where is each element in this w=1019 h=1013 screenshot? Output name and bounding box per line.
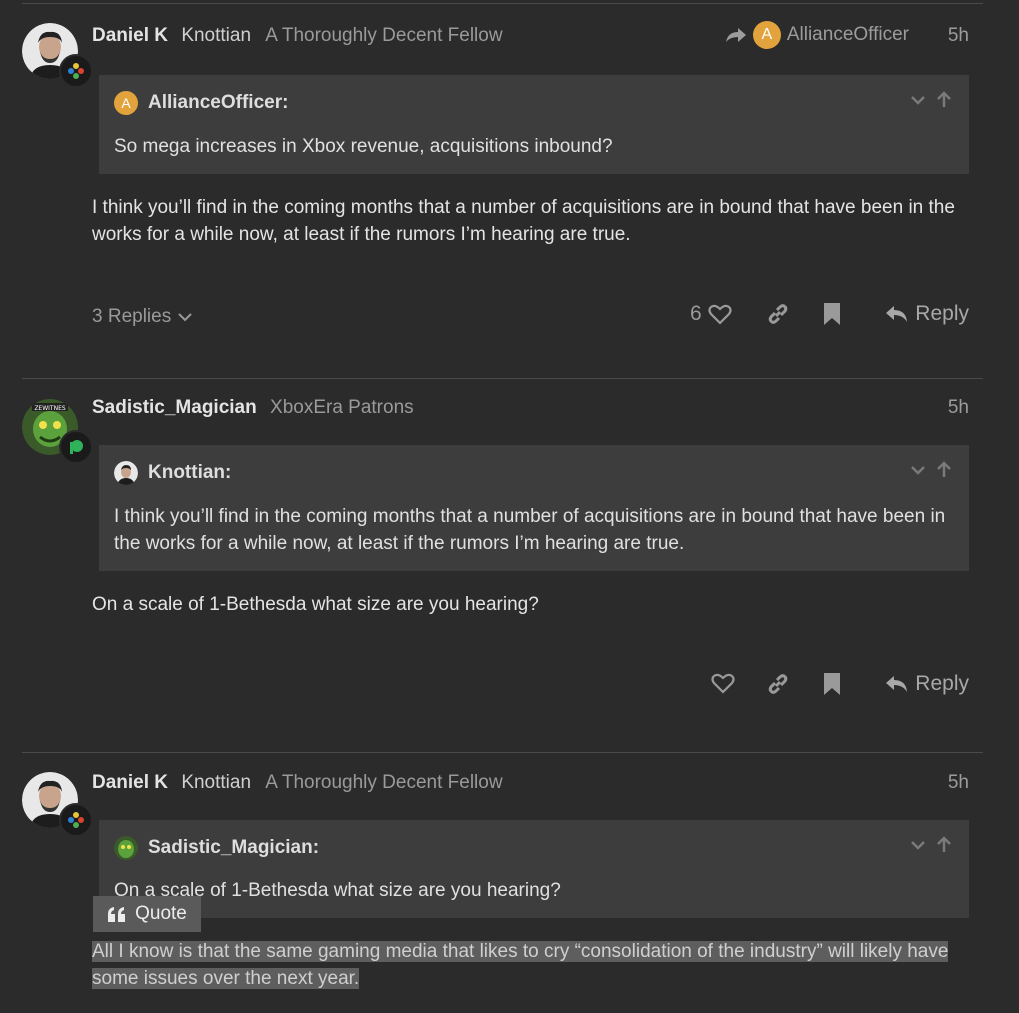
quote-author: Knottian: bbox=[148, 462, 232, 483]
post-divider bbox=[22, 378, 983, 379]
post-actions: 3 Replies 6 Reply bbox=[0, 298, 1019, 338]
author-fullname[interactable]: Daniel K bbox=[92, 772, 168, 793]
copy-link-button[interactable] bbox=[766, 672, 790, 696]
quote-author-avatar-icon bbox=[114, 461, 138, 485]
bookmark-icon bbox=[824, 673, 840, 695]
avatar[interactable] bbox=[22, 23, 93, 88]
patron-flair-icon bbox=[59, 430, 93, 464]
selected-text-line[interactable]: All I know is that the same gaming media… bbox=[92, 941, 949, 962]
quote-marks-icon bbox=[108, 907, 126, 922]
quote-author: Sadistic_Magician: bbox=[148, 837, 320, 858]
heart-icon bbox=[708, 304, 732, 325]
post-body: On a scale of 1-Bethesda what size are y… bbox=[92, 594, 539, 615]
post-author: Daniel K Knottian A Thoroughly Decent Fe… bbox=[92, 772, 503, 794]
bookmark-icon bbox=[824, 303, 840, 325]
reply-label: Reply bbox=[915, 672, 969, 695]
quote-block: A AllianceOfficer: So mega increases in … bbox=[99, 75, 969, 174]
post-date[interactable]: 5h bbox=[948, 25, 969, 47]
post-actions: Reply bbox=[0, 668, 1019, 708]
post-divider bbox=[22, 3, 983, 4]
xbox-flair-icon bbox=[59, 803, 93, 837]
arrow-up-icon[interactable] bbox=[935, 91, 953, 109]
quote-author-avatar-icon bbox=[114, 836, 138, 860]
post-body: All I know is that the same gaming media… bbox=[92, 938, 972, 992]
quote-block: Knottian: I think you’ll find in the com… bbox=[99, 445, 969, 571]
like-count: 6 bbox=[690, 302, 702, 325]
quote-text: I think you’ll find in the coming months… bbox=[114, 506, 946, 554]
link-icon bbox=[768, 674, 788, 694]
quote-text: So mega increases in Xbox revenue, acqui… bbox=[114, 136, 613, 157]
quote-header[interactable]: Sadistic_Magician: bbox=[114, 836, 319, 860]
quote-selection-button[interactable]: Quote bbox=[93, 896, 201, 932]
quote-header[interactable]: A AllianceOfficer: bbox=[114, 91, 288, 115]
author-title: XboxEra Patrons bbox=[270, 397, 414, 418]
share-arrow-icon bbox=[725, 28, 746, 42]
author-fullname[interactable]: Daniel K bbox=[92, 25, 168, 46]
quote-block: Sadistic_Magician: On a scale of 1-Bethe… bbox=[99, 820, 969, 918]
reply-to-username: AllianceOfficer bbox=[786, 24, 909, 45]
author-username[interactable]: Sadistic_Magician bbox=[92, 397, 257, 418]
author-title: A Thoroughly Decent Fellow bbox=[265, 25, 503, 46]
copy-link-button[interactable] bbox=[766, 302, 790, 326]
bookmark-button[interactable] bbox=[823, 302, 841, 326]
reply-button[interactable]: Reply bbox=[885, 302, 969, 326]
reply-button[interactable]: Reply bbox=[885, 672, 969, 696]
reply-icon bbox=[886, 306, 908, 322]
link-icon bbox=[768, 304, 788, 324]
avatar[interactable] bbox=[22, 772, 93, 837]
author-username[interactable]: Knottian bbox=[181, 772, 251, 793]
author-title: A Thoroughly Decent Fellow bbox=[265, 772, 503, 793]
quote-author-avatar: A bbox=[114, 91, 138, 115]
post-author: Daniel K Knottian A Thoroughly Decent Fe… bbox=[92, 25, 503, 47]
quote-controls bbox=[909, 461, 953, 479]
quote-text: On a scale of 1-Bethesda what size are y… bbox=[114, 880, 561, 901]
post-date[interactable]: 5h bbox=[948, 772, 969, 794]
selected-text-line[interactable]: some issues over the next year. bbox=[92, 968, 360, 989]
show-replies-button[interactable]: 3 Replies bbox=[92, 306, 193, 328]
like-button[interactable]: 6 bbox=[690, 302, 732, 326]
author-username[interactable]: Knottian bbox=[181, 25, 251, 46]
post-divider bbox=[22, 752, 983, 753]
reply-to-tab[interactable]: A AllianceOfficer bbox=[725, 21, 909, 49]
arrow-up-icon[interactable] bbox=[935, 836, 953, 854]
quote-author: AllianceOfficer: bbox=[148, 92, 289, 113]
post-author: Sadistic_Magician XboxEra Patrons bbox=[92, 397, 414, 419]
reply-to-avatar: A bbox=[752, 21, 781, 49]
replies-label: 3 Replies bbox=[92, 306, 172, 327]
chevron-down-icon bbox=[178, 313, 192, 322]
quote-header[interactable]: Knottian: bbox=[114, 461, 231, 485]
like-button[interactable] bbox=[711, 672, 735, 694]
chevron-down-icon[interactable] bbox=[909, 836, 927, 854]
xbox-flair-icon bbox=[59, 54, 93, 88]
quote-controls bbox=[909, 91, 953, 109]
svg-text:ZEWITNES: ZEWITNES bbox=[34, 405, 66, 412]
post-date[interactable]: 5h bbox=[948, 397, 969, 419]
avatar[interactable]: ZEWITNES bbox=[22, 399, 93, 464]
chevron-down-icon[interactable] bbox=[909, 461, 927, 479]
reply-label: Reply bbox=[915, 302, 969, 325]
chevron-down-icon[interactable] bbox=[909, 91, 927, 109]
arrow-up-icon[interactable] bbox=[935, 461, 953, 479]
quote-controls bbox=[909, 836, 953, 854]
reply-icon bbox=[886, 676, 908, 692]
post-body: I think you’ll find in the coming months… bbox=[92, 197, 955, 245]
heart-icon bbox=[711, 673, 735, 694]
bookmark-button[interactable] bbox=[823, 672, 841, 696]
quote-button-label: Quote bbox=[135, 903, 187, 924]
